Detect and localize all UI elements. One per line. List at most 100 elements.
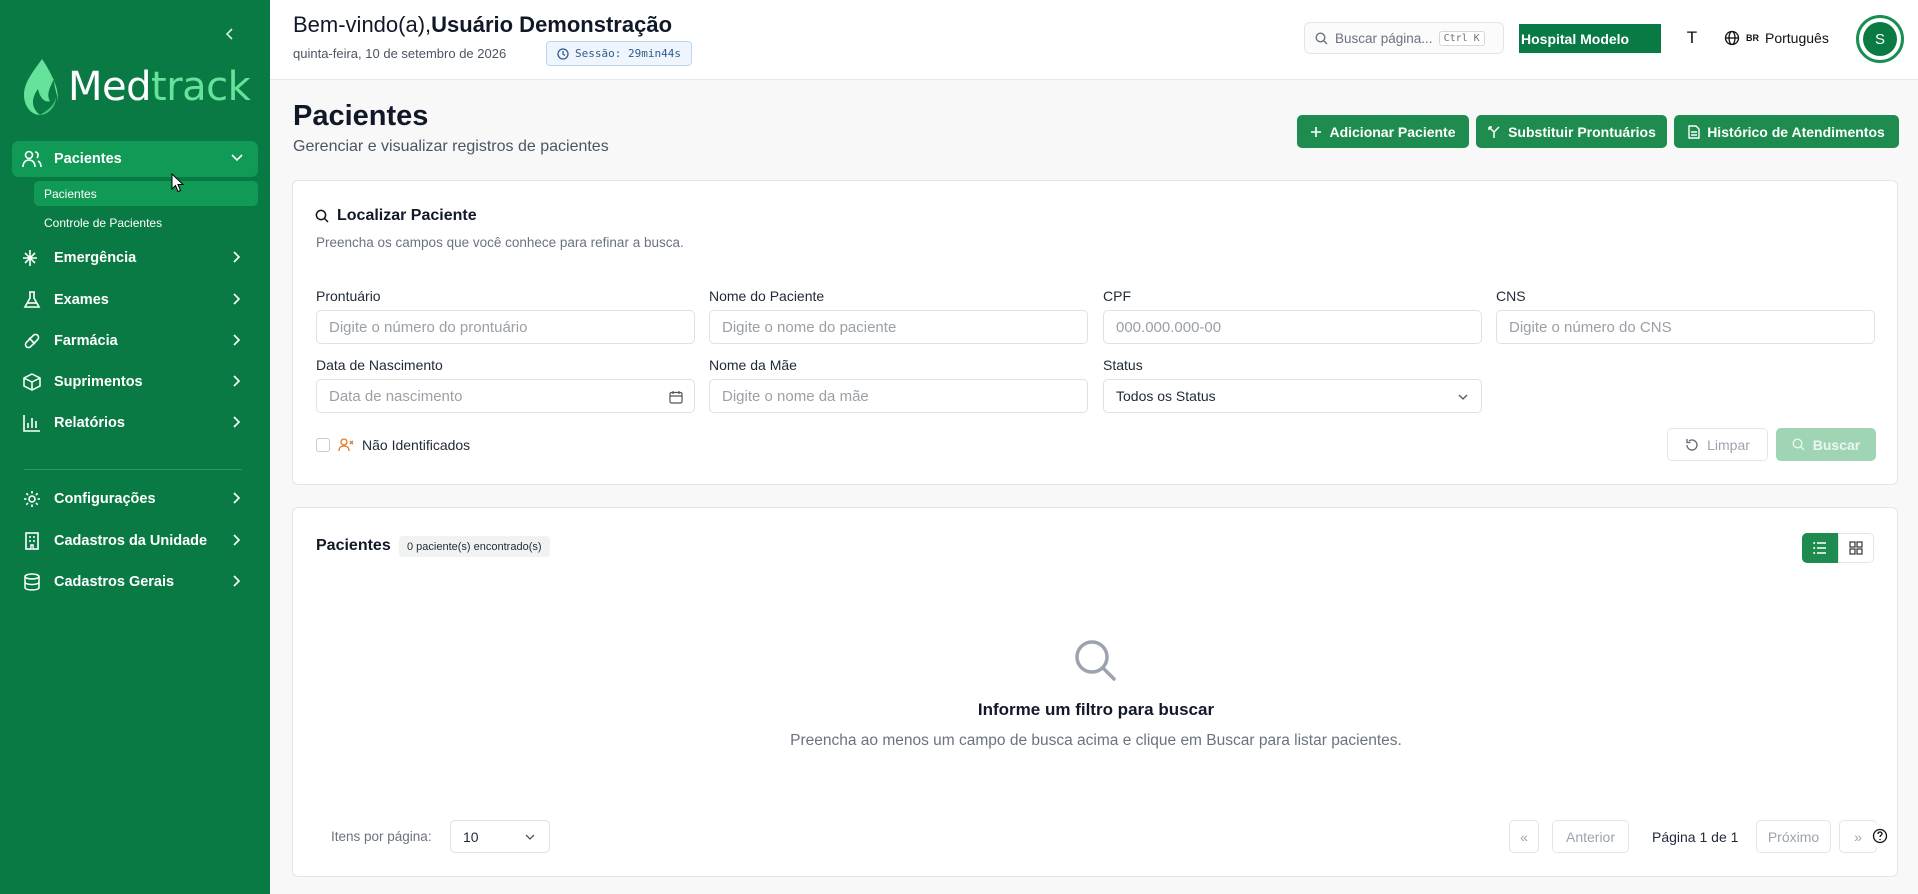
patient-results-card: Pacientes 0 paciente(s) encontrado(s) In… xyxy=(292,507,1898,877)
chevron-down-icon xyxy=(523,830,537,844)
filter-description: Preencha os campos que você conhece para… xyxy=(316,235,684,250)
session-timer-badge: Sessão: 29min44s xyxy=(546,41,692,66)
mother-name-input[interactable]: Digite o nome da mãe xyxy=(709,379,1088,413)
sidebar-item-relatorios[interactable]: Relatórios xyxy=(12,405,258,441)
replace-records-button[interactable]: Substituir Prontuários xyxy=(1476,115,1667,148)
unidentified-filter: Não Identificados xyxy=(316,437,470,453)
page-title: Pacientes xyxy=(293,100,429,132)
font-size-button[interactable]: T xyxy=(1680,26,1704,50)
chevron-right-icon xyxy=(230,250,244,264)
previous-page-button[interactable]: Anterior xyxy=(1552,820,1629,853)
sidebar-subitem-pacientes[interactable]: Pacientes xyxy=(34,181,258,206)
sidebar-item-label: Farmácia xyxy=(54,333,118,349)
brand-name: Medtrack xyxy=(68,64,251,110)
user-avatar[interactable]: S xyxy=(1856,15,1904,63)
sidebar-item-suprimentos[interactable]: Suprimentos xyxy=(12,364,258,400)
drop-logo-icon xyxy=(24,59,58,115)
sidebar-item-pacientes[interactable]: Pacientes xyxy=(12,141,258,177)
sidebar-item-emergencia[interactable]: Emergência xyxy=(12,240,258,276)
gear-icon xyxy=(22,489,42,509)
chevron-right-icon xyxy=(230,491,244,505)
calendar-icon[interactable] xyxy=(668,389,684,405)
list-view-button[interactable] xyxy=(1802,533,1838,563)
status-label: Status xyxy=(1103,357,1143,373)
sidebar-item-label: Suprimentos xyxy=(54,374,143,390)
cpf-input[interactable]: 000.000.000-00 xyxy=(1103,310,1482,344)
merge-icon xyxy=(1488,125,1500,138)
add-patient-button[interactable]: Adicionar Paciente xyxy=(1297,115,1469,148)
avatar-initial: S xyxy=(1863,22,1897,56)
cns-input[interactable]: Digite o número do CNS xyxy=(1496,310,1875,344)
results-count-badge: 0 paciente(s) encontrado(s) xyxy=(399,536,550,557)
prontuario-input[interactable]: Digite o número do prontuário xyxy=(316,310,695,344)
building-icon xyxy=(22,531,42,551)
sidebar: Medtrack Pacientes Pacientes Controle de… xyxy=(0,0,270,894)
results-title: Pacientes xyxy=(316,537,391,554)
sidebar-item-cadastros-gerais[interactable]: Cadastros Gerais xyxy=(12,564,258,600)
grid-view-button[interactable] xyxy=(1838,533,1874,563)
page-search-input[interactable]: Buscar página... Ctrl K xyxy=(1304,22,1504,54)
filter-title: Localizar Paciente xyxy=(315,207,477,225)
status-select[interactable]: Todos os Status xyxy=(1103,379,1482,413)
sidebar-subitem-controle-pacientes[interactable]: Controle de Pacientes xyxy=(34,210,258,235)
help-button[interactable] xyxy=(1868,824,1892,848)
sidebar-item-label: Emergência xyxy=(54,250,137,266)
sidebar-item-farmacia[interactable]: Farmácia xyxy=(12,323,258,359)
sidebar-item-label: Exames xyxy=(54,292,109,308)
top-header: Bem-vindo(a),Usuário Demonstração quinta… xyxy=(270,0,1918,80)
sidebar-item-exames[interactable]: Exames xyxy=(12,282,258,318)
mother-name-label: Nome da Mãe xyxy=(709,357,797,373)
empty-state-description: Preencha ao menos um campo de busca acim… xyxy=(790,732,1402,749)
sidebar-item-cadastros-unidade[interactable]: Cadastros da Unidade xyxy=(12,523,258,559)
chevron-right-icon xyxy=(230,374,244,388)
globe-icon xyxy=(1724,30,1740,46)
sidebar-divider xyxy=(24,469,242,470)
unidentified-checkbox[interactable] xyxy=(316,438,330,452)
welcome-message: Bem-vindo(a),Usuário Demonstração xyxy=(293,12,673,37)
first-page-button[interactable]: « xyxy=(1509,820,1539,853)
language-selector[interactable]: BR Português xyxy=(1724,26,1829,50)
items-per-page-label: Itens por página: xyxy=(331,829,432,844)
page-subtitle: Gerenciar e visualizar registros de paci… xyxy=(293,138,609,155)
reset-icon xyxy=(1686,438,1698,451)
hospital-selector-button[interactable]: Hospital Modelo xyxy=(1519,24,1661,53)
chevron-down-icon xyxy=(230,151,244,165)
chevron-right-icon xyxy=(230,333,244,347)
clock-icon xyxy=(557,47,569,60)
sidebar-item-label: Configurações xyxy=(54,491,156,507)
chevron-right-icon xyxy=(230,415,244,429)
mouse-cursor-icon xyxy=(171,173,185,193)
chevron-down-icon xyxy=(1455,389,1471,405)
patient-name-input[interactable]: Digite o nome do paciente xyxy=(709,310,1088,344)
sidebar-item-label: Cadastros da Unidade xyxy=(54,533,208,549)
keyboard-shortcut: Ctrl K xyxy=(1438,30,1485,46)
chevron-right-icon xyxy=(230,292,244,306)
collapse-sidebar-button[interactable] xyxy=(222,26,238,42)
search-empty-icon xyxy=(1075,640,1116,681)
care-history-button[interactable]: Histórico de Atendimentos xyxy=(1674,115,1899,148)
ambulance-icon xyxy=(22,248,42,268)
database-icon xyxy=(22,572,42,592)
next-page-button[interactable]: Próximo xyxy=(1756,820,1831,853)
cpf-label: CPF xyxy=(1103,288,1131,304)
search-icon xyxy=(1792,438,1805,451)
help-icon xyxy=(1872,828,1888,844)
user-x-icon xyxy=(338,438,354,452)
clear-filters-button[interactable]: Limpar xyxy=(1667,428,1768,461)
app-logo: Medtrack xyxy=(20,56,251,118)
prontuario-label: Prontuário xyxy=(316,288,381,304)
chevron-left-icon xyxy=(225,28,233,40)
sidebar-item-configuracoes[interactable]: Configurações xyxy=(12,481,258,517)
birth-date-label: Data de Nascimento xyxy=(316,357,443,373)
patient-name-label: Nome do Paciente xyxy=(709,288,825,304)
document-icon xyxy=(1688,124,1700,139)
users-icon xyxy=(22,149,42,169)
search-button[interactable]: Buscar xyxy=(1776,428,1876,461)
sidebar-item-label: Relatórios xyxy=(54,415,125,431)
bar-chart-icon xyxy=(22,413,42,433)
search-icon xyxy=(315,209,329,223)
items-per-page-select[interactable]: 10 xyxy=(450,820,550,853)
birth-date-input[interactable]: Data de nascimento xyxy=(316,379,695,413)
flask-icon xyxy=(22,290,42,310)
current-date: quinta-feira, 10 de setembro de 2026 xyxy=(293,46,507,61)
